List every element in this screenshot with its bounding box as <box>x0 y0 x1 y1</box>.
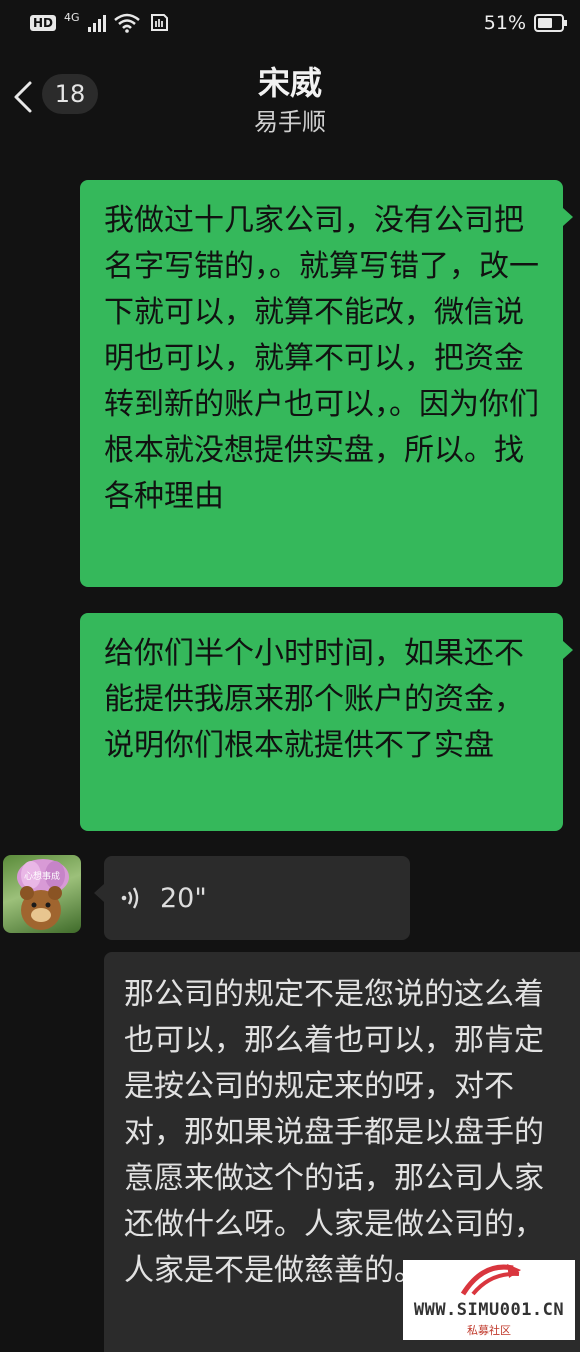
sent-message-bubble[interactable]: 我做过十几家公司，没有公司把名字写错的，。就算写错了，改一下就可以，就算不能改，… <box>80 180 573 587</box>
contact-avatar[interactable]: 心想事成 <box>3 855 81 933</box>
voice-duration: 20" <box>160 882 207 914</box>
signal-icon <box>87 14 106 32</box>
avatar-caption: 心想事成 <box>24 870 60 882</box>
wifi-icon <box>113 13 140 33</box>
avatar-image: 心想事成 <box>17 859 69 930</box>
chat-title[interactable]: 宋威 <box>0 58 580 104</box>
battery-icon <box>534 14 567 32</box>
watermark-logo-icon <box>460 1264 521 1296</box>
hd-indicator: HD <box>30 15 57 31</box>
voice-message-bubble[interactable]: 20" <box>94 856 410 940</box>
watermark-url: WWW.SIMU001.CN <box>413 1300 565 1320</box>
chat-header: 18 宋威 易手顺 <box>0 50 580 136</box>
voice-wave-icon <box>121 887 139 909</box>
network-type: 4G <box>64 10 80 24</box>
status-bar: HD 4G 51% <box>0 0 580 50</box>
hand-icon <box>150 14 168 31</box>
chat-subtitle: 易手顺 <box>254 108 326 136</box>
watermark: WWW.SIMU001.CN 私募社区 <box>403 1260 575 1340</box>
sent-message-bubble[interactable]: 给你们半个小时时间，如果还不能提供我原来那个账户的资金，说明你们根本就提供不了实… <box>80 613 573 831</box>
watermark-label: 私募社区 <box>467 1324 511 1337</box>
battery-percent: 51% <box>483 12 526 34</box>
